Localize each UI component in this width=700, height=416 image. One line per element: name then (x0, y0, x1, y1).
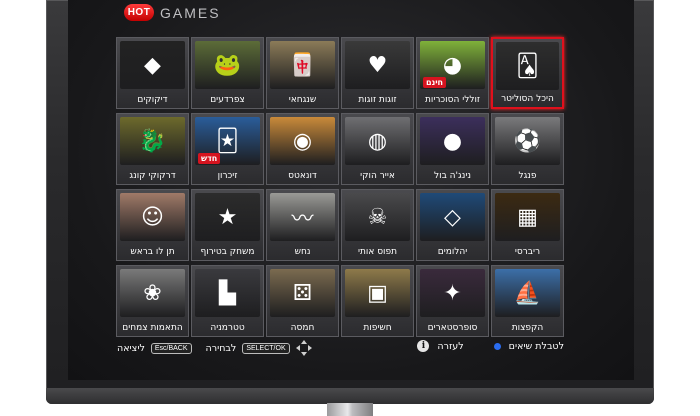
game-label: דונאטס (288, 171, 317, 181)
dpad-icon[interactable] (295, 340, 312, 356)
games-grid: 🂡 היכל הסוליטר ◕ חינם זוללי הסוכריות ♥ זוגות ז… (116, 37, 564, 337)
scores-label: לטבלת שיאים (508, 340, 564, 352)
game-thumbnail: ◍ (345, 117, 410, 165)
game-thumbnail: 🂡 (496, 42, 559, 90)
game-label: הקפצות (511, 323, 544, 333)
game-thumbnail: ● (420, 117, 485, 165)
game-tile-plants[interactable]: ❀ התאמות צמחים (116, 265, 189, 337)
game-label: טטרמניה (210, 323, 245, 333)
game-thumbnail: 🐉 (120, 117, 185, 165)
game-label: תפוס אותי (357, 247, 398, 257)
game-tile-mahjong[interactable]: 🀄 שנגחאי (266, 37, 339, 109)
game-thumbnail: ⚄ (270, 269, 335, 317)
game-thumbnail: 🀄 (270, 41, 335, 89)
game-tile-tetris[interactable]: ▙ טטרמניה (191, 265, 264, 337)
select-label: לבחירה (205, 342, 237, 354)
game-thumbnail: ▣ (345, 269, 410, 317)
games-title: GAMES (160, 4, 221, 21)
game-tile-catch[interactable]: ☠ תפוס אותי (341, 189, 414, 261)
game-thumbnail: ◉ (270, 117, 335, 165)
game-tile-reversi[interactable]: ▦ ריברסי (491, 189, 564, 261)
game-label: זיכרון (217, 171, 238, 181)
game-tile-diamonds[interactable]: ◆ דיקוקים (116, 37, 189, 109)
game-tile-memory[interactable]: 🃏 חדש זיכרון (191, 113, 264, 185)
game-tile-dice[interactable]: ⚄ חמסה (266, 265, 339, 337)
game-tile-chasfanim[interactable]: ▣ חשיפות (341, 265, 414, 337)
game-label: זוללי הסוכריות (424, 95, 481, 105)
game-thumbnail: 〰 (270, 193, 335, 241)
game-tile-airhockey[interactable]: ◍ אייר הוקי (341, 113, 414, 185)
game-label: דרקוקי קונג (129, 171, 176, 181)
footer-left: ליציאה Esc/BACK לבחירה SELECT/OK (117, 340, 312, 356)
game-label: צפרדעים (210, 95, 245, 105)
tv-bezel-bottom (46, 388, 654, 404)
game-tile-jumps[interactable]: ⛵ הקפצות (491, 265, 564, 337)
footer-right: i לעזרה לטבלת שיאים (417, 340, 564, 352)
game-label: תן לו בראש (130, 247, 175, 257)
game-thumbnail: ⚽ (495, 117, 560, 165)
game-thumbnail: 🐸 (195, 41, 260, 89)
game-thumbnail: ☺ (120, 193, 185, 241)
select-ok-key[interactable]: SELECT/OK (242, 342, 290, 354)
tv-screen: HOT GAMES 🂡 היכל הסוליטר ◕ חינם זוללי הסוכרי… (68, 0, 634, 380)
game-tile-pairs[interactable]: ♥ זוגות זוגות (341, 37, 414, 109)
help-label: לעזרה (437, 340, 464, 352)
game-thumbnail: ◇ (420, 193, 485, 241)
hot-logo: HOT (124, 4, 154, 21)
game-tile-penalty[interactable]: ⚽ פנגל (491, 113, 564, 185)
game-thumbnail: ⛵ (495, 269, 560, 317)
game-label: פנגל (518, 171, 537, 181)
info-icon[interactable]: i (417, 340, 430, 352)
game-tile-solitaire[interactable]: 🂡 היכל הסוליטר (491, 37, 564, 109)
game-thumbnail: ♥ (345, 41, 410, 89)
esc-back-key[interactable]: Esc/BACK (150, 342, 192, 354)
game-thumbnail: ★ (195, 193, 260, 241)
game-label: משחק בטירוף (200, 247, 255, 257)
game-tile-snake[interactable]: 〰 נחש (266, 189, 339, 261)
footer-hints: ליציאה Esc/BACK לבחירה SELECT/OK i לעזרה… (117, 340, 564, 360)
exit-label: ליציאה (117, 342, 145, 354)
hot-games-logo: HOT GAMES (124, 4, 221, 21)
game-label: שנגחאי (288, 95, 317, 105)
game-tile-superstars[interactable]: ✦ סופרסטארים (416, 265, 489, 337)
game-badge: חינם (423, 77, 447, 88)
game-tile-circus[interactable]: ★ משחק בטירוף (191, 189, 264, 261)
game-badge: חדש (198, 153, 221, 164)
game-label: ריברסי (514, 247, 541, 257)
game-label: נחש (294, 247, 311, 257)
game-label: אייר הוקי (360, 171, 395, 181)
tv-stand (327, 403, 373, 416)
game-thumbnail: ☠ (345, 193, 410, 241)
game-label: זוגות זוגות (358, 95, 397, 105)
game-tile-head[interactable]: ☺ תן לו בראש (116, 189, 189, 261)
game-label: נינג'ה בול (434, 171, 471, 181)
game-label: התאמות צמחים (122, 323, 183, 333)
game-tile-pacman[interactable]: ◕ חינם זוללי הסוכריות (416, 37, 489, 109)
game-label: יהלומים (437, 247, 468, 257)
blue-button-icon[interactable] (493, 342, 501, 350)
game-thumbnail: ✦ (420, 269, 485, 317)
game-tile-ninja[interactable]: ● נינג'ה בול (416, 113, 489, 185)
game-tile-diamonds2[interactable]: ◇ יהלומים (416, 189, 489, 261)
game-tile-dragon[interactable]: 🐉 דרקוקי קונג (116, 113, 189, 185)
game-thumbnail: ▙ (195, 269, 260, 317)
game-tile-frogs[interactable]: 🐸 צפרדעים (191, 37, 264, 109)
game-label: חשיפות (363, 323, 392, 333)
game-label: סופרסטארים (427, 323, 478, 333)
game-label: היכל הסוליטר (501, 94, 554, 104)
game-label: דיקוקים (137, 95, 168, 105)
game-thumbnail: ❀ (120, 269, 185, 317)
game-thumbnail: ▦ (495, 193, 560, 241)
game-thumbnail: ◆ (120, 41, 185, 89)
game-tile-donut[interactable]: ◉ דונאטס (266, 113, 339, 185)
game-label: חמסה (290, 323, 315, 333)
